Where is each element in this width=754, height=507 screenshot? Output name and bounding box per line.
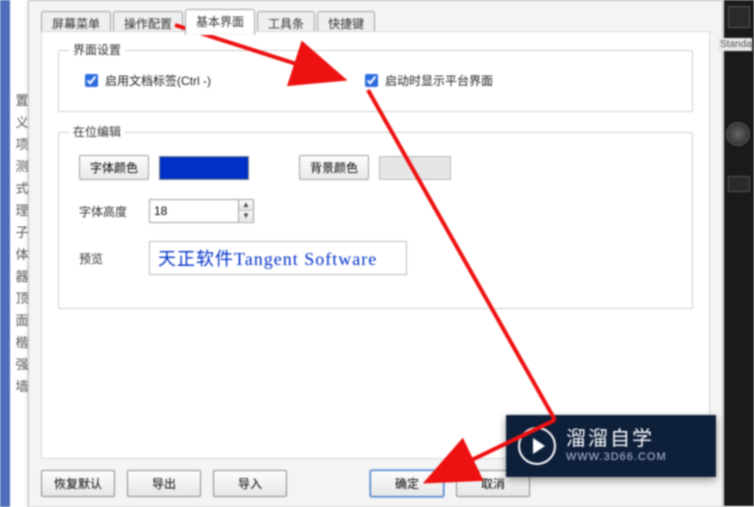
checkbox-show-platform-ui-input[interactable] <box>365 74 378 87</box>
watermark-banner: 溜溜自学 WWW.3D66.COM <box>506 415 716 477</box>
tab-panel: 界面设置 启用文档标签(Ctrl -) 启动时显示平台界面 在位编辑 字体颜色 … <box>41 31 710 459</box>
group-interface-settings: 界面设置 启用文档标签(Ctrl -) 启动时显示平台界面 <box>58 50 693 112</box>
restore-defaults-button[interactable]: 恢复默认 <box>41 470 115 497</box>
font-height-input[interactable] <box>149 199 239 223</box>
preview-label: 预览 <box>79 250 139 267</box>
font-height-stepper[interactable]: ▲ ▼ <box>149 199 254 223</box>
checkbox-show-platform-ui-label: 启动时显示平台界面 <box>385 72 493 89</box>
watermark-title: 溜溜自学 <box>566 427 667 451</box>
font-color-swatch[interactable] <box>159 156 249 180</box>
panel-icon[interactable] <box>728 176 750 192</box>
export-button[interactable]: 导出 <box>127 470 201 497</box>
bg-color-swatch[interactable] <box>379 156 451 180</box>
checkbox-doc-tabs[interactable]: 启用文档标签(Ctrl -) <box>81 71 211 90</box>
group-title: 界面设置 <box>69 41 125 58</box>
panel-icon[interactable] <box>728 6 750 28</box>
checkbox-doc-tabs-label: 启用文档标签(Ctrl -) <box>105 72 211 89</box>
bg-color-button[interactable]: 背景颜色 <box>299 155 369 180</box>
standard-label: Standa <box>718 38 752 51</box>
compass-icon[interactable] <box>726 122 750 146</box>
play-icon <box>518 427 556 465</box>
tab-basic-ui[interactable]: 基本界面 <box>185 9 255 35</box>
font-height-label: 字体高度 <box>79 203 139 220</box>
group-title: 在位编辑 <box>69 123 125 140</box>
app-left-accent <box>0 0 10 507</box>
font-color-button[interactable]: 字体颜色 <box>79 155 149 180</box>
ok-button[interactable]: 确定 <box>370 470 444 497</box>
preview-box: 天正软件Tangent Software <box>149 241 407 275</box>
checkbox-doc-tabs-input[interactable] <box>85 74 98 87</box>
checkbox-show-platform-ui[interactable]: 启动时显示平台界面 <box>361 71 493 90</box>
group-inplace-edit: 在位编辑 字体颜色 背景颜色 字体高度 ▲ ▼ 预览 <box>58 132 693 309</box>
cad-right-panel <box>724 0 754 506</box>
watermark-url: WWW.3D66.COM <box>566 451 667 464</box>
spin-up-icon[interactable]: ▲ <box>239 200 253 211</box>
spin-down-icon[interactable]: ▼ <box>239 211 253 221</box>
import-button[interactable]: 导入 <box>213 470 287 497</box>
